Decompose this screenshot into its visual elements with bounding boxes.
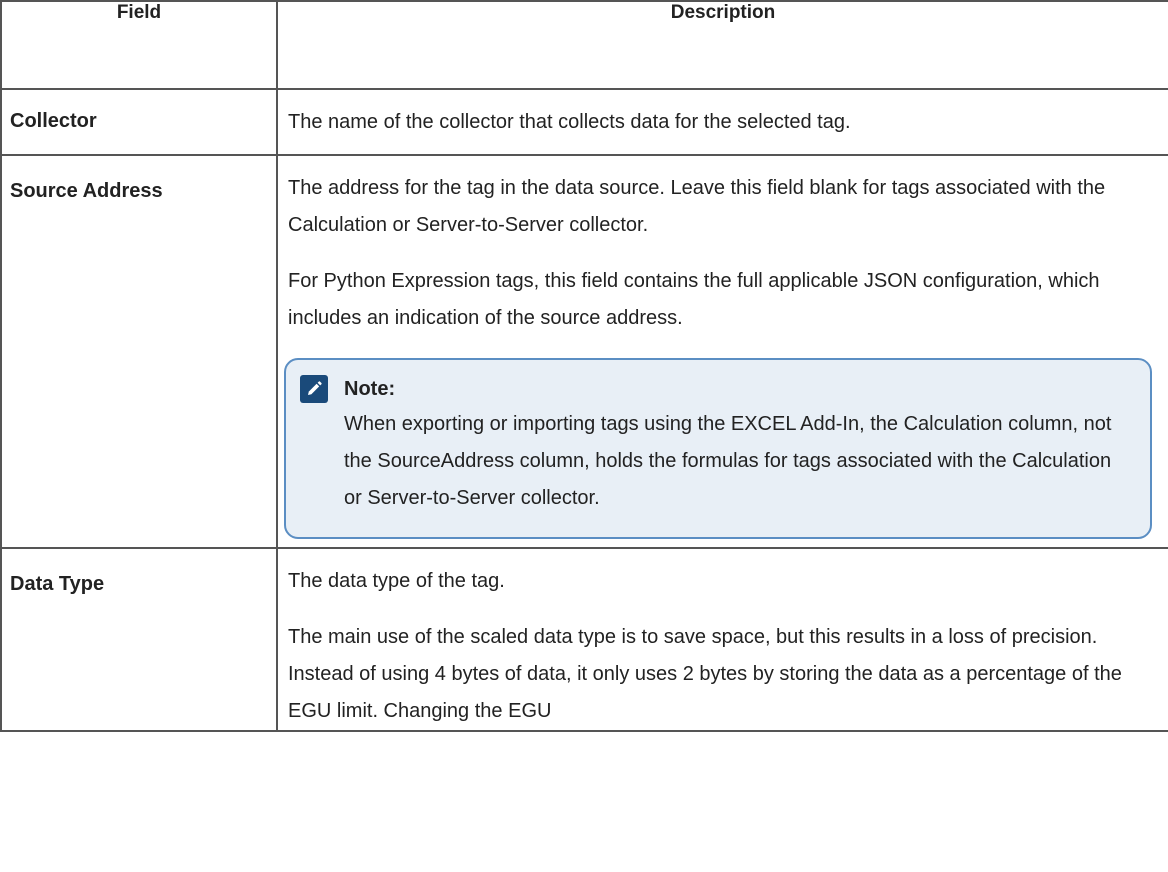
field-cell: Source Address	[0, 154, 278, 549]
description-text: The address for the tag in the data sour…	[288, 177, 1106, 236]
pencil-note-icon	[300, 375, 328, 403]
table-row: Source Address The address for the tag i…	[0, 154, 1168, 549]
note-box: Note: When exporting or importing tags u…	[284, 358, 1152, 539]
header-description: Description	[276, 0, 1168, 90]
description-cell: The name of the collector that collects …	[276, 88, 1168, 156]
note-title: Note:	[344, 378, 396, 400]
table-row: Collector The name of the collector that…	[0, 88, 1168, 156]
description-cell: The address for the tag in the data sour…	[276, 154, 1168, 549]
description-cell: The data type of the tag. The main use o…	[276, 547, 1168, 732]
table-row: Data Type The data type of the tag. The …	[0, 547, 1168, 732]
description-text: The main use of the scaled data type is …	[288, 626, 1122, 722]
field-description-table: Field Description Collector The name of …	[0, 0, 1168, 732]
field-cell: Data Type	[0, 547, 278, 732]
note-body: When exporting or importing tags using t…	[344, 413, 1112, 509]
field-name-data-type: Data Type	[10, 573, 105, 595]
description-text: The name of the collector that collects …	[288, 111, 851, 133]
description-text: For Python Expression tags, this field c…	[288, 270, 1100, 329]
header-field: Field	[0, 0, 278, 90]
field-cell: Collector	[0, 88, 278, 156]
description-text: The data type of the tag.	[288, 570, 505, 592]
table-header-row: Field Description	[0, 0, 1168, 90]
field-name-collector: Collector	[10, 110, 97, 132]
field-name-source-address: Source Address	[10, 180, 163, 202]
